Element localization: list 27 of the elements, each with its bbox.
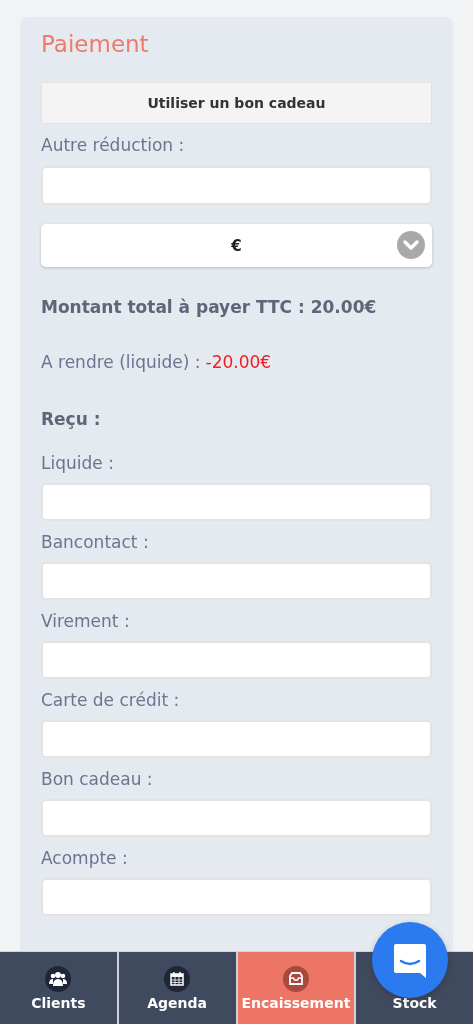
field-label: Bon cadeau : [41,768,154,790]
chevron-down-icon [397,231,425,259]
people-icon [45,965,72,992]
amount-field[interactable] [41,641,432,679]
field-label: Acompte : [41,847,129,869]
amount-field[interactable] [41,878,432,916]
field-label: Carte de crédit : [41,689,181,711]
change-amount: -20.00€ [205,351,272,373]
amount-field[interactable] [41,483,432,521]
tray-icon [282,965,309,992]
amount-field[interactable] [41,799,432,837]
total-amount: Montant total à payer TTC : 20.00€ [41,296,378,318]
amount-field[interactable] [41,562,432,600]
section-title: Paiement [41,30,150,59]
field-label: Autre réduction : [41,134,186,156]
change-label: A rendre (liquide) : [41,351,201,373]
discount-field[interactable] [41,166,432,205]
field-label: Liquide : [41,452,115,474]
nav-tab[interactable]: Agenda [118,952,236,1024]
calendar-icon [164,965,191,992]
amount-field[interactable] [41,720,432,758]
field-label: Virement : [41,610,131,632]
received-heading: Reçu : [41,408,102,430]
nav-tab[interactable]: Clients [0,952,117,1024]
field-label: Bancontact : [41,531,150,553]
gift-voucher-button[interactable]: Utiliser un bon cadeau [41,82,432,124]
currency-select[interactable]: € [41,224,432,267]
